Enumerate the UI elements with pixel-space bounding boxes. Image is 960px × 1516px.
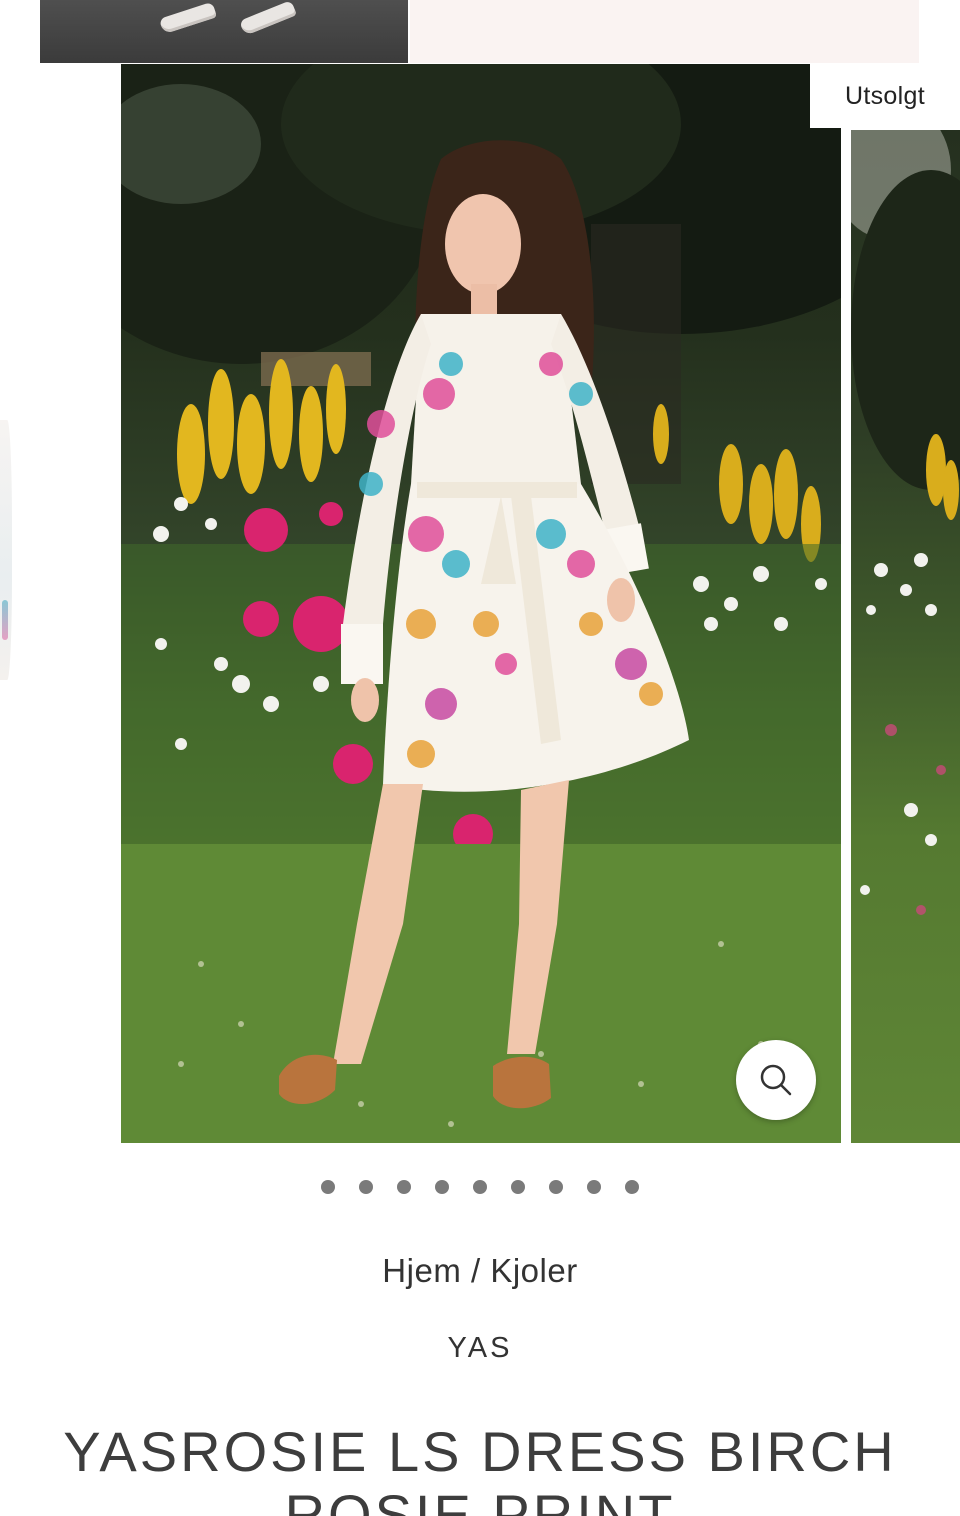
product-title: YASROSIE LS DRESS BIRCH ROSIE PRINT: [63, 1419, 897, 1516]
breadcrumb-home-link[interactable]: Hjem: [382, 1252, 461, 1289]
previous-gallery-panel: [410, 0, 919, 63]
previous-slide-edge[interactable]: [0, 420, 12, 680]
shoe-graphic: [158, 1, 218, 35]
pagination-dot[interactable]: [511, 1180, 525, 1194]
breadcrumb-separator: /: [461, 1252, 491, 1289]
pagination-dot[interactable]: [397, 1180, 411, 1194]
zoom-button[interactable]: [736, 1040, 816, 1120]
pagination-dot[interactable]: [473, 1180, 487, 1194]
pagination-dot[interactable]: [321, 1180, 335, 1194]
pagination-dot[interactable]: [435, 1180, 449, 1194]
gallery-pagination: [0, 1180, 960, 1200]
product-page: Utsolgt Hjem / Kjoler YAS YASROSIE LS DR…: [0, 0, 960, 1516]
next-gallery-image[interactable]: [851, 130, 960, 1143]
pagination-dot[interactable]: [625, 1180, 639, 1194]
pagination-dot[interactable]: [549, 1180, 563, 1194]
pagination-dot[interactable]: [587, 1180, 601, 1194]
shoe-graphic: [239, 0, 297, 36]
product-photo-illustration: [121, 64, 841, 1143]
next-photo-illustration: [851, 130, 960, 915]
product-brand[interactable]: YAS: [0, 1332, 960, 1365]
magnifier-icon: [760, 1064, 792, 1096]
breadcrumb: Hjem / Kjoler: [0, 1252, 960, 1290]
pagination-dot[interactable]: [359, 1180, 373, 1194]
sold-out-badge: Utsolgt: [810, 64, 960, 128]
breadcrumb-category-link[interactable]: Kjoler: [490, 1252, 577, 1289]
previous-gallery-image[interactable]: [40, 0, 408, 63]
product-image[interactable]: [121, 64, 841, 1143]
